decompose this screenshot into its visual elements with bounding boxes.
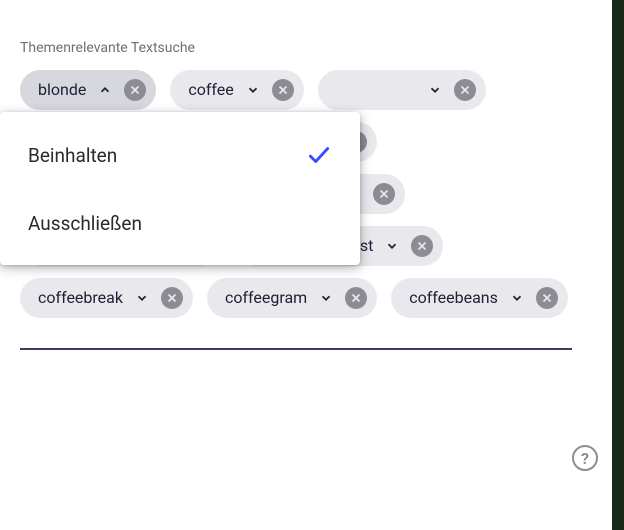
chevron-up-icon[interactable] bbox=[96, 81, 114, 99]
tag-coffeebreak[interactable]: coffeebreak bbox=[20, 278, 193, 318]
remove-tag-button[interactable] bbox=[373, 183, 395, 205]
remove-tag-button[interactable] bbox=[536, 287, 558, 309]
dropdown-option-include[interactable]: Beinhalten bbox=[0, 120, 360, 190]
tag-mode-dropdown: Beinhalten Ausschließen bbox=[0, 112, 360, 265]
tag-label: coffee bbox=[188, 82, 233, 98]
tag-label: coffeebreak bbox=[38, 290, 123, 306]
check-icon bbox=[306, 142, 332, 168]
tag-coffee[interactable]: coffee bbox=[170, 70, 303, 110]
section-title: Themenrelevante Textsuche bbox=[20, 40, 574, 56]
chevron-down-icon[interactable] bbox=[317, 289, 335, 307]
remove-tag-button[interactable] bbox=[454, 79, 476, 101]
tag-label: coffeebeans bbox=[409, 290, 498, 306]
dropdown-option-label: Ausschließen bbox=[28, 212, 142, 235]
chevron-down-icon[interactable] bbox=[133, 289, 151, 307]
tag-coffeegram[interactable]: coffeegram bbox=[207, 278, 377, 318]
dropdown-option-label: Beinhalten bbox=[28, 144, 117, 167]
dropdown-option-exclude[interactable]: Ausschließen bbox=[0, 190, 360, 257]
help-glyph: ? bbox=[581, 449, 589, 468]
tag-coffeelover[interactable]: coffeelover bbox=[318, 70, 486, 110]
tag-blonde[interactable]: blonde bbox=[20, 70, 156, 110]
tag-coffeebeans[interactable]: coffeebeans bbox=[391, 278, 568, 318]
tag-label: coffeegram bbox=[225, 290, 307, 306]
chevron-down-icon[interactable] bbox=[383, 237, 401, 255]
remove-tag-button[interactable] bbox=[161, 287, 183, 309]
remove-tag-button[interactable] bbox=[345, 287, 367, 309]
help-icon[interactable]: ? bbox=[572, 445, 598, 471]
chevron-down-icon[interactable] bbox=[508, 289, 526, 307]
remove-tag-button[interactable] bbox=[272, 79, 294, 101]
chevron-down-icon[interactable] bbox=[426, 81, 444, 99]
chevron-down-icon[interactable] bbox=[244, 81, 262, 99]
right-edge-strip bbox=[612, 0, 624, 530]
remove-tag-button[interactable] bbox=[411, 235, 433, 257]
tag-label: blonde bbox=[38, 82, 86, 98]
remove-tag-button[interactable] bbox=[124, 79, 146, 101]
